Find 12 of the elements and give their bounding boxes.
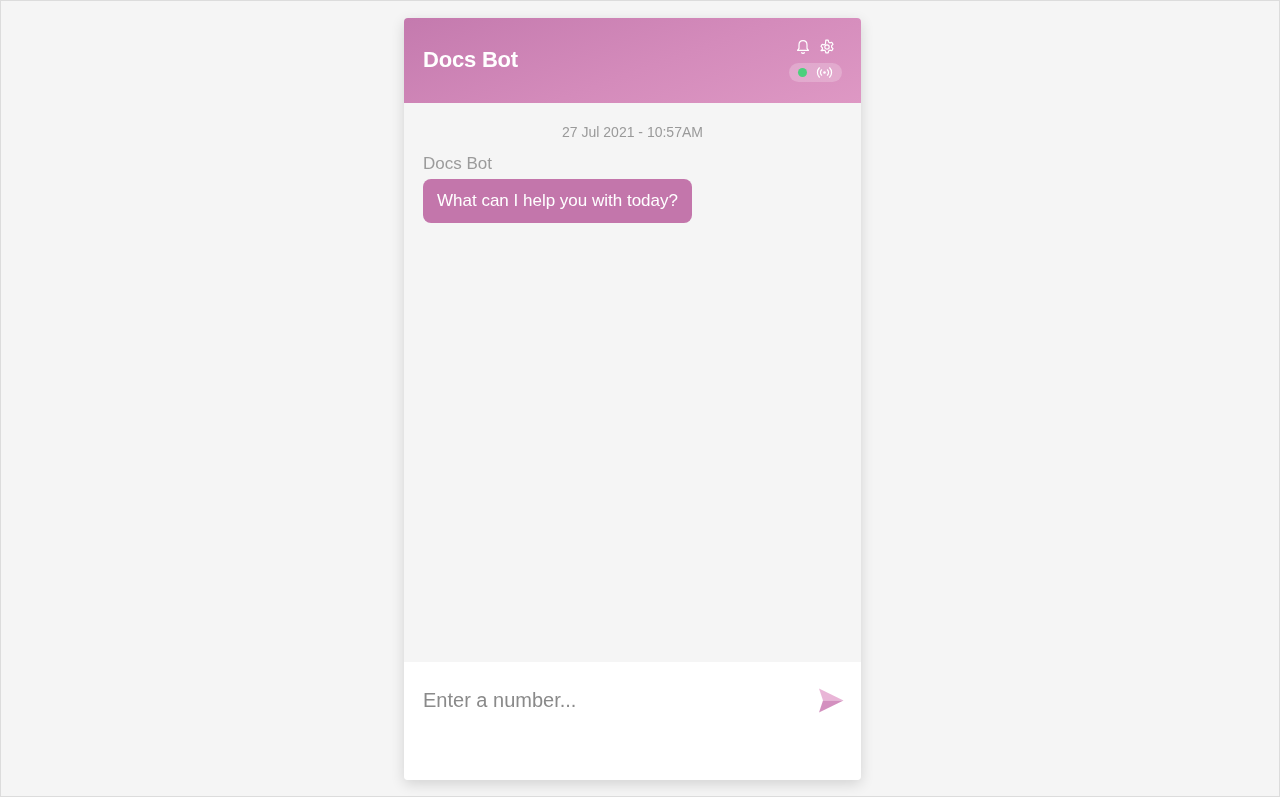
settings-button[interactable] (819, 39, 835, 55)
sender-name: Docs Bot (423, 154, 492, 173)
message-input-field[interactable]: Enter a number... (404, 662, 861, 780)
message-bubble: What can I help you with today? (423, 179, 692, 223)
settings-icon (819, 39, 835, 55)
message-timestamp: 27 Jul 2021 - 10:57AM (561, 123, 704, 141)
broadcast-icon (816, 67, 833, 78)
chat-title: Docs Bot (423, 47, 518, 74)
notifications-button[interactable] (795, 39, 811, 55)
send-icon (818, 688, 844, 713)
bell-icon (795, 39, 811, 55)
send-button[interactable] (818, 688, 844, 713)
